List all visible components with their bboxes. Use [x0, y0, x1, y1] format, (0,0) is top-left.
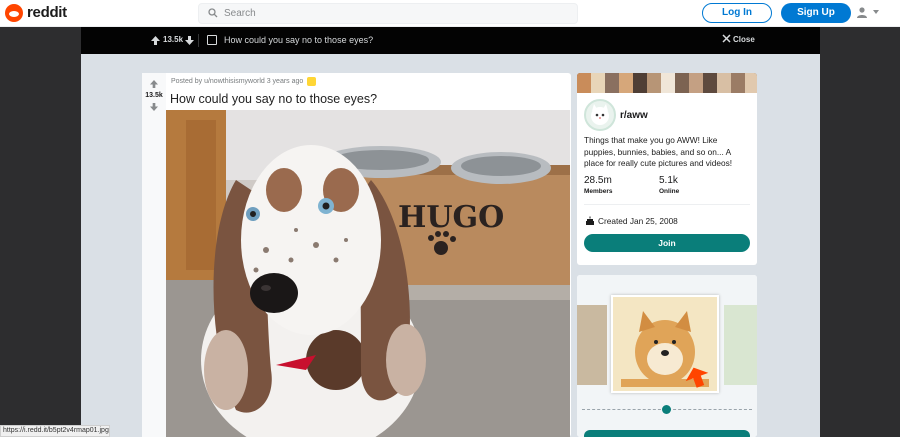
vote-column [142, 73, 166, 437]
user-menu-dropdown[interactable] [856, 6, 884, 20]
subreddit-name[interactable]: r/aww [620, 110, 648, 121]
subreddit-about-card: r/aww Things that make you go AWW! Like … [577, 73, 757, 265]
divider [584, 204, 750, 205]
subreddit-description: Things that make you go AWW! Like puppie… [584, 135, 733, 168]
login-button[interactable]: Log In [702, 3, 772, 23]
bowl-text: HUGO [398, 200, 504, 235]
downvote-icon[interactable] [150, 103, 158, 111]
promo-image [611, 295, 719, 393]
doge-meme-image [613, 297, 717, 391]
reddit-logo-icon[interactable] [5, 4, 23, 22]
post-overlay-bar: 13.5k How could you say no to those eyes… [81, 27, 820, 54]
signup-button[interactable]: Sign Up [781, 3, 851, 23]
cake-icon [586, 216, 594, 225]
subreddit-banner [577, 73, 757, 93]
online-count: 5.1k [659, 175, 678, 186]
post-meta[interactable]: Posted by u/nowthisismyworld 3 years ago [171, 78, 303, 85]
close-button[interactable]: Close [733, 35, 755, 44]
cat-face-icon [591, 104, 609, 125]
image-post-icon [207, 35, 217, 45]
created-date: Created Jan 25, 2008 [598, 216, 678, 226]
post-title: How could you say no to those eyes? [170, 92, 378, 106]
search-input[interactable]: Search [198, 3, 578, 24]
join-button[interactable]: Join [584, 234, 750, 252]
post-image[interactable]: HUGO [166, 110, 570, 437]
search-icon [208, 8, 218, 18]
post-score: 13.5k [145, 92, 163, 99]
divider [198, 34, 199, 47]
subreddit-avatar-icon[interactable] [584, 99, 616, 131]
basset-hound-photo: HUGO [166, 110, 570, 437]
overlay-score: 13.5k [163, 35, 184, 44]
reddit-wordmark[interactable]: reddit [27, 4, 67, 21]
promo-button[interactable] [584, 430, 750, 437]
promo-side-image-left [577, 305, 607, 385]
overlay-backdrop-right[interactable] [820, 27, 900, 437]
online-label: Online [659, 188, 680, 195]
award-icon[interactable] [307, 77, 316, 86]
chevron-down-icon [873, 10, 879, 14]
downvote-icon[interactable] [185, 36, 194, 45]
promo-slider-knob[interactable] [662, 405, 671, 414]
upvote-icon[interactable] [151, 36, 160, 45]
browser-status-url: https://i.redd.it/b5pt2v4rmap01.jpg [0, 425, 110, 437]
close-icon[interactable] [722, 34, 731, 43]
members-label: Members [584, 188, 613, 195]
upvote-icon[interactable] [150, 80, 158, 88]
promo-side-image-right [724, 305, 757, 385]
user-icon [857, 7, 867, 18]
promo-card[interactable] [577, 275, 757, 437]
members-count: 28.5m [584, 175, 612, 186]
search-placeholder: Search [224, 8, 256, 19]
overlay-post-title: How could you say no to those eyes? [224, 35, 374, 45]
top-header: reddit Search Log In Sign Up [0, 0, 900, 27]
overlay-backdrop-left[interactable] [0, 27, 81, 437]
